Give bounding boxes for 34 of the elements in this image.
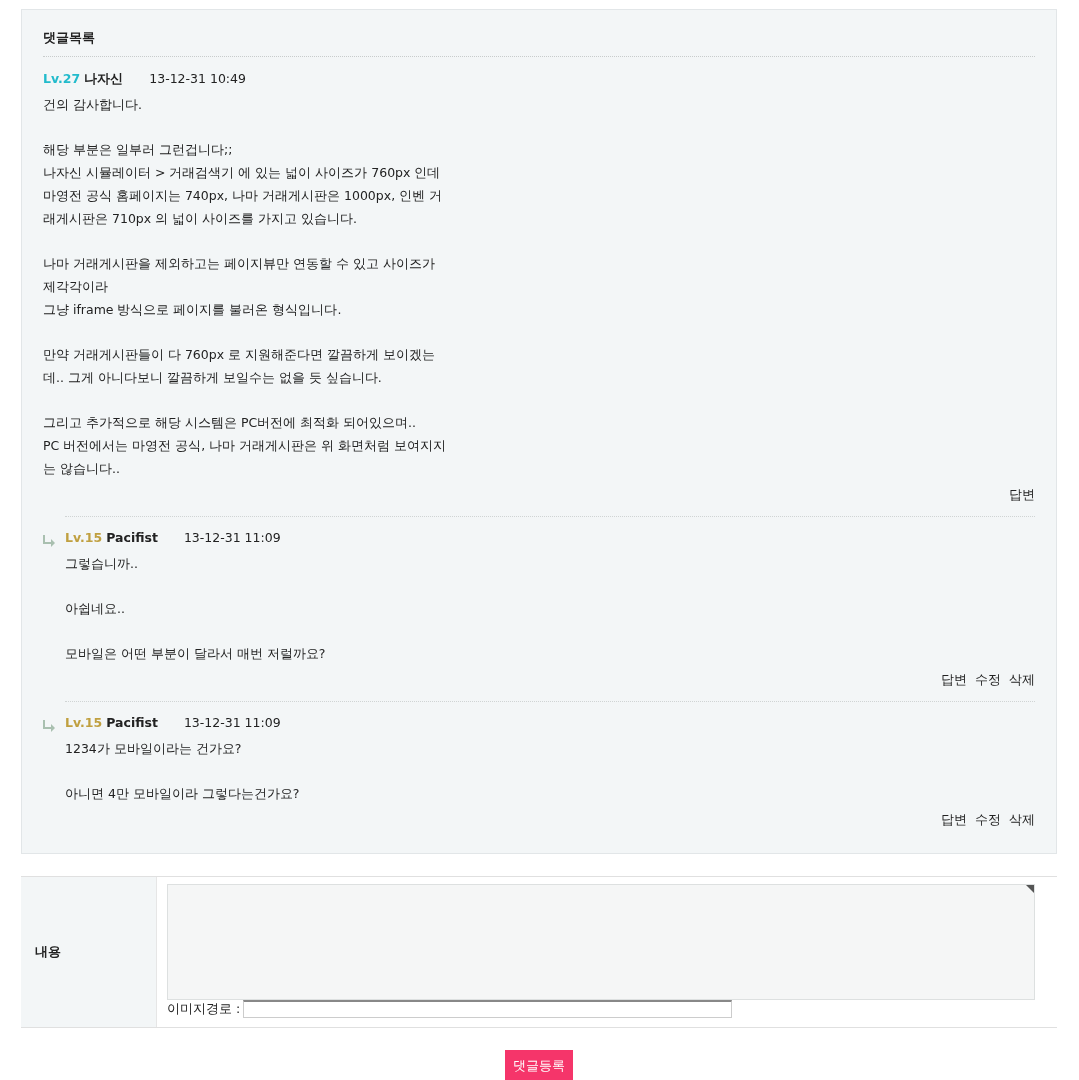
comment-action-link[interactable]: 삭제 (1009, 812, 1035, 829)
reply-arrow-icon (43, 720, 56, 732)
comment-date: 13-12-31 11:09 (183, 530, 281, 545)
user-level: Lv.27 (43, 71, 81, 86)
comment-action-link[interactable]: 답변 (941, 672, 967, 689)
comment-paragraph: 건의 감사합니다. (43, 96, 143, 114)
reply-arrow-icon (43, 535, 56, 547)
submit-comment-button[interactable]: 댓글등록 (505, 1050, 573, 1080)
user-level: Lv.15 (65, 530, 103, 545)
author-name[interactable]: Pacifist (106, 715, 158, 730)
comment-action-link[interactable]: 수정 (975, 672, 1001, 689)
user-level: Lv.15 (65, 715, 103, 730)
comment-action-link[interactable]: 답변 (941, 812, 967, 829)
comment-date: 13-12-31 11:09 (183, 715, 281, 730)
comment-action-link[interactable]: 답변 (1009, 487, 1035, 504)
section-title: 댓글목록 (43, 30, 1035, 57)
resize-grip-icon[interactable] (1026, 885, 1034, 893)
comment-paragraph: 1234가 모바일이라는 건가요? (65, 740, 243, 758)
comment-paragraph: 모바일은 어떤 부분이 달라서 매번 저럴까요? (65, 645, 327, 663)
comment-paragraph: 해당 부분은 일부러 그런겁니다;; 나자신 시뮬레이터 > 거래검색기 에 있는 넓이 사이즈가 760px 인데 마영전 공식 홈페이지는 740px, 나마 거래게시판은 1000px, 인벤 거 래게시판은 710px 의 넓이 사이즈를 가지고 있습니다. (43, 141, 444, 228)
comment-action-link[interactable]: 수정 (975, 812, 1001, 829)
content-label: 내용 (21, 877, 157, 1027)
author-name[interactable]: 나자신 (84, 71, 124, 88)
comment-paragraph: 아쉽네요.. (65, 600, 126, 618)
comment-paragraph: 만약 거래게시판들이 다 760px 로 지원해준다면 깔끔하게 보이겠는 데.. 그게 아니다보니 깔끔하게 보일수는 없을 듯 싶습니다. (43, 346, 436, 387)
comment-action-link[interactable]: 삭제 (1009, 672, 1035, 689)
comment-paragraph: 그리고 추가적으로 해당 시스템은 PC버전에 최적화 되어있으며.. PC 버전에서는 마영전 공식, 나마 거래게시판은 위 화면처럼 보여지지 는 않습니다.. (43, 414, 448, 478)
comment-paragraph: 그렇습니까.. (65, 555, 139, 573)
comment-paragraph: 나마 거래게시판을 제외하고는 페이지뷰만 연동할 수 있고 사이즈가 제각각이라 그냥 iframe 방식으로 페이지를 불러온 형식입니다. (43, 255, 436, 319)
image-path-field[interactable] (243, 1000, 733, 1018)
comment-date: 13-12-31 10:49 (149, 71, 246, 86)
comment-paragraph: 아니면 4만 모바일이라 그렇다는건가요? (65, 785, 301, 803)
author-name[interactable]: Pacifist (106, 530, 158, 545)
image-path-label: 이미지경로 : (167, 1000, 241, 1018)
